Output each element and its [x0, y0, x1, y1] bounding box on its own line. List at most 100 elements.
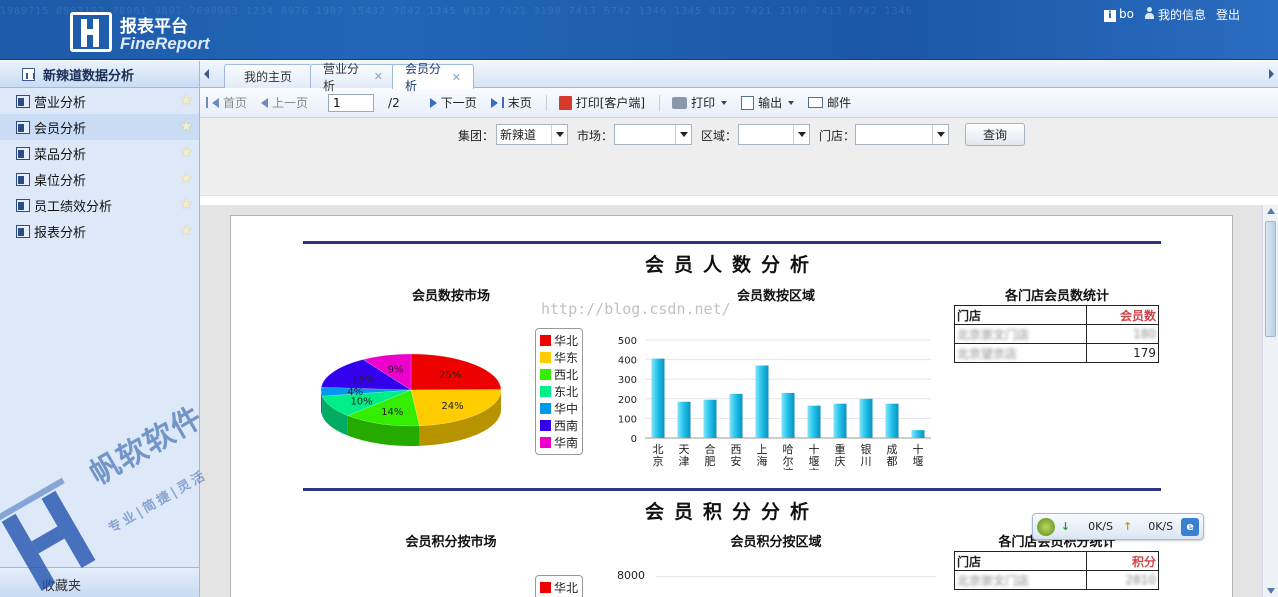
favorite-star-icon[interactable]: ★: [180, 223, 193, 238]
y-tick-label: 0: [631, 434, 637, 445]
prev-page-icon: [261, 97, 269, 108]
x-tick-label: 堰: [913, 455, 924, 468]
region-select[interactable]: [738, 124, 810, 145]
logout-link[interactable]: 登出: [1216, 6, 1240, 23]
upload-speed: 0K/S: [1148, 520, 1174, 533]
toolbar-separator: [545, 94, 547, 111]
legend-item: 西北: [540, 366, 578, 383]
scroll-down-icon[interactable]: [1267, 588, 1275, 594]
sidebar-item-tables[interactable]: 桌位分析 ★: [0, 166, 199, 192]
export-button[interactable]: 输出: [741, 94, 795, 111]
tab-member[interactable]: 会员分析 ✕: [392, 62, 474, 93]
favorite-star-icon[interactable]: ★: [180, 93, 193, 108]
bar: [755, 365, 769, 438]
folder-icon: [22, 67, 35, 81]
store-cell: 北京崇文门店: [954, 570, 1087, 590]
my-info-link[interactable]: 我的信息: [1144, 6, 1206, 23]
legend-label: 西北: [554, 368, 579, 382]
finereport-logo-icon: [70, 12, 112, 52]
tab-scroll-right-icon[interactable]: [1269, 69, 1274, 79]
legend-label: 华北: [554, 581, 579, 595]
sidebar-item-label: 营业分析: [34, 95, 87, 111]
report-viewport[interactable]: 会员人数分析 会员数按市场 会员数按区域 各门店会员数统计 http://blo…: [200, 205, 1278, 597]
sidebar-item-dishes[interactable]: 菜品分析 ★: [0, 140, 199, 166]
x-tick-label: 海: [757, 454, 768, 468]
bar: [885, 403, 899, 438]
export-icon: [741, 95, 755, 110]
x-tick-label: 滨: [783, 466, 794, 470]
x-tick-label: 津: [679, 455, 690, 468]
bar: [911, 430, 925, 438]
y-tick-label: 100: [618, 414, 637, 425]
sidebar-item-business[interactable]: 营业分析 ★: [0, 88, 199, 114]
x-tick-label: 都: [887, 455, 898, 468]
x-tick-label: 京: [653, 454, 664, 468]
bar: [859, 398, 873, 438]
next-page-button[interactable]: 下一页: [429, 94, 477, 111]
table-row: 北京望京店 179: [954, 343, 1159, 363]
tab-scroll-left-icon[interactable]: [204, 69, 209, 79]
vertical-scrollbar[interactable]: [1262, 205, 1278, 597]
page-number-input[interactable]: [328, 93, 375, 112]
bar: [729, 393, 743, 438]
favorite-star-icon[interactable]: ★: [180, 197, 193, 212]
tab-business[interactable]: 营业分析 ✕: [310, 62, 396, 93]
legend-swatch: [540, 437, 551, 448]
group-select[interactable]: 新辣道: [496, 124, 568, 145]
first-page-button[interactable]: 首页: [206, 94, 247, 111]
chevron-down-icon: [932, 125, 948, 144]
bar: [781, 392, 795, 438]
legend-swatch: [540, 403, 551, 414]
sidebar-item-label: 菜品分析: [34, 147, 87, 163]
legend-swatch: [540, 582, 551, 593]
legend-swatch: [540, 369, 551, 380]
favorites-bar[interactable]: 收藏夹: [0, 567, 199, 597]
member-points-table: 门店 积分 北京崇文门店 2810: [954, 551, 1159, 590]
x-tick-label: 肥: [705, 455, 716, 468]
favorite-star-icon[interactable]: ★: [180, 145, 193, 160]
print-button[interactable]: 打印: [672, 94, 728, 111]
legend-item: 华南: [540, 434, 578, 451]
pie-legend: 华北 华东 西北 东北 华中 西南 华南: [535, 328, 584, 455]
sidebar-item-member[interactable]: 会员分析 ★: [0, 114, 199, 140]
legend-swatch: [540, 420, 551, 431]
col-value-header: 积分: [1086, 551, 1159, 571]
sidebar-header[interactable]: 新辣道数据分析: [0, 61, 199, 88]
market-label: 市场：: [577, 129, 614, 143]
scroll-up-icon[interactable]: [1267, 208, 1275, 214]
bar: [677, 401, 691, 438]
legend-item: 华中: [540, 400, 578, 417]
prev-page-button[interactable]: 上一页: [261, 94, 308, 111]
favorite-star-icon[interactable]: ★: [180, 171, 193, 186]
sidebar-item-staff[interactable]: 员工绩效分析 ★: [0, 192, 199, 218]
network-monitor-icon: [1037, 517, 1055, 536]
last-page-button[interactable]: 末页: [490, 94, 532, 111]
query-button[interactable]: 查询: [965, 123, 1025, 146]
close-icon[interactable]: ✕: [374, 70, 383, 83]
print-client-button[interactable]: 打印[客户端]: [558, 94, 645, 111]
tab-home[interactable]: 我的主页: [224, 64, 312, 88]
close-icon[interactable]: ✕: [452, 71, 461, 84]
favorite-star-icon[interactable]: ★: [180, 119, 193, 134]
pie-data-label: 9%: [388, 365, 404, 376]
user-name-link[interactable]: i bo: [1104, 7, 1134, 22]
pie-data-label: 24%: [441, 401, 463, 412]
network-monitor-widget[interactable]: ↓ 0K/S ↑ 0K/S e: [1032, 513, 1204, 540]
mail-button[interactable]: 邮件: [808, 94, 851, 111]
app-window: 1989715 8987153 78961 9891 7698963 1234 …: [0, 0, 1278, 597]
x-tick-label: 十: [913, 442, 924, 456]
bar: [833, 403, 847, 438]
header-banner: 1989715 8987153 78961 9891 7698963 1234 …: [0, 0, 1278, 60]
x-tick-label: 安: [731, 454, 742, 468]
member-count-title: 会员人数分析: [644, 254, 819, 276]
member-region-bar-chart: 5004003002001000北京天津合肥西安上海哈尔滨十堰市重庆银川成都十堰: [618, 336, 931, 470]
chart-title: 会员积分按区域: [730, 535, 822, 550]
market-select[interactable]: [614, 124, 692, 145]
scroll-thumb[interactable]: [1265, 221, 1276, 337]
store-cell: 北京崇文门店: [954, 324, 1087, 344]
store-select[interactable]: [855, 124, 949, 145]
sidebar-item-report[interactable]: 报表分析 ★: [0, 218, 199, 244]
table-header-row: 门店 会员数: [954, 305, 1159, 325]
download-speed: 0K/S: [1088, 520, 1113, 533]
sidebar-item-label: 会员分析: [34, 121, 87, 137]
